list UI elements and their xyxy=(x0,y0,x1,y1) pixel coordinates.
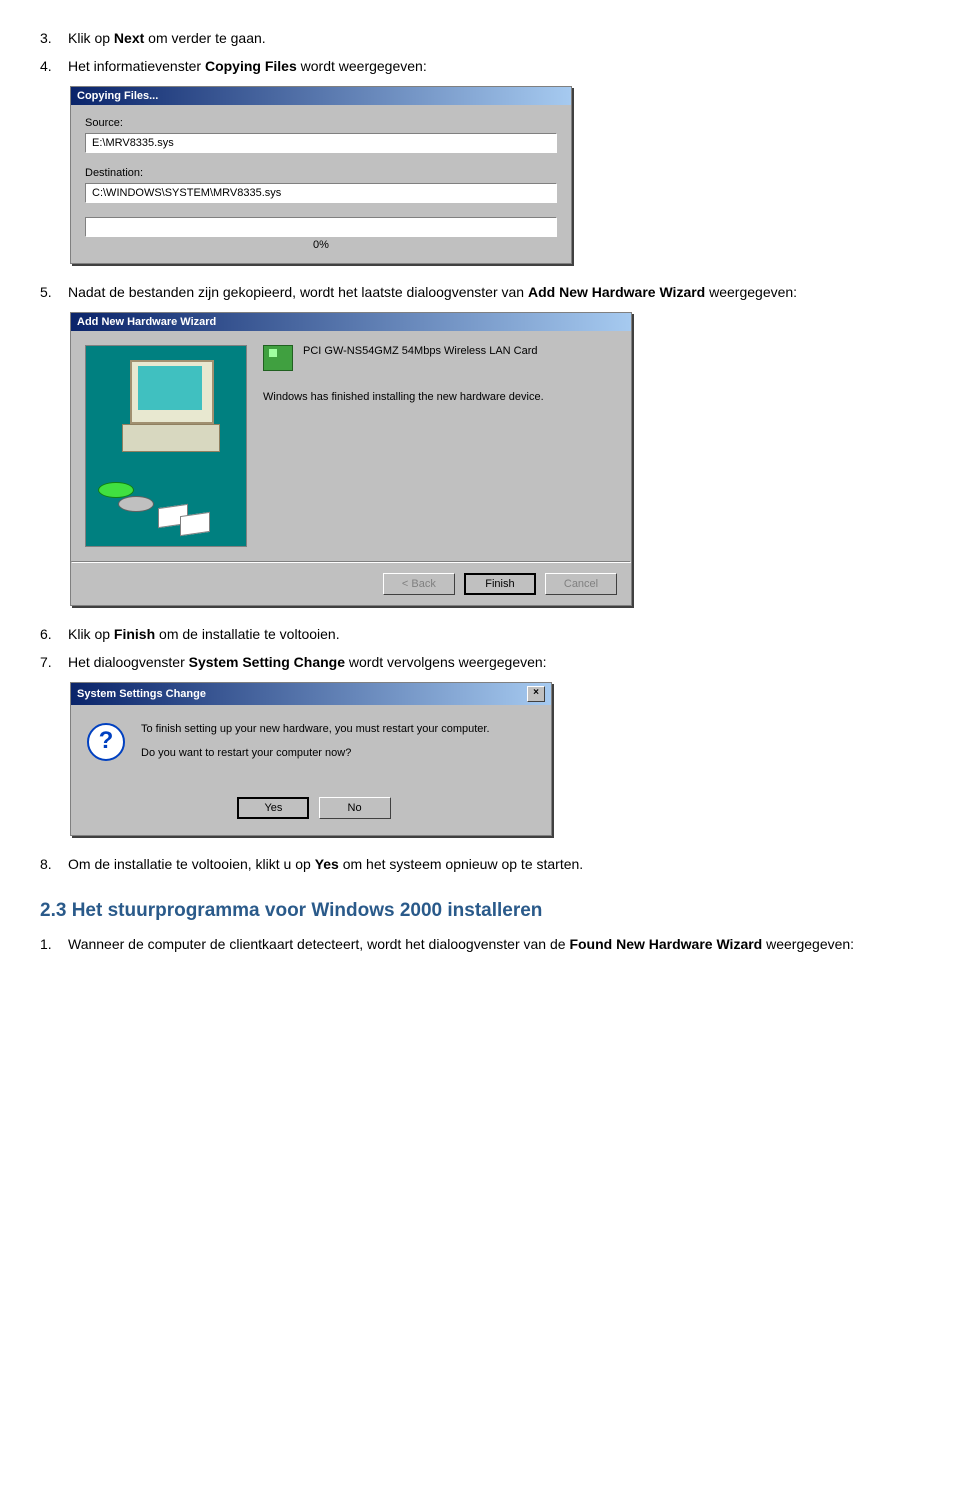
wizard-body: PCI GW-NS54GMZ 54Mbps Wireless LAN Card … xyxy=(71,331,631,561)
step-num: 5. xyxy=(40,284,68,300)
text-pre: Het informatievenster xyxy=(68,58,205,74)
no-button[interactable]: No xyxy=(319,797,391,819)
device-name: PCI GW-NS54GMZ 54Mbps Wireless LAN Card xyxy=(303,345,538,357)
step-text: Nadat de bestanden zijn gekopieerd, word… xyxy=(68,284,920,300)
message-buttons: Yes No xyxy=(71,789,551,835)
network-card-icon xyxy=(263,345,293,371)
step-text: Klik op Next om verder te gaan. xyxy=(68,30,920,46)
dialog-title: System Settings Change xyxy=(77,688,206,700)
section-2-3-step-1: 1. Wanneer de computer de clientkaart de… xyxy=(40,936,920,952)
titlebar: System Settings Change × xyxy=(71,683,551,705)
section-heading-2-3: 2.3 Het stuurprogramma voor Windows 2000… xyxy=(40,900,920,922)
message-text: To finish setting up your new hardware, … xyxy=(141,723,490,771)
text-bold: System Setting Change xyxy=(189,654,345,670)
titlebar: Add New Hardware Wizard xyxy=(71,313,631,331)
message-line-2: Do you want to restart your computer now… xyxy=(141,747,490,759)
step-num: 1. xyxy=(40,936,68,952)
text-bold: Yes xyxy=(315,856,339,872)
text-pre: Klik op xyxy=(68,626,114,642)
button-row: < Back Finish Cancel xyxy=(71,563,631,605)
progress-bar xyxy=(85,217,557,237)
copying-files-dialog: Copying Files... Source: E:\MRV8335.sys … xyxy=(70,86,572,264)
step-num: 6. xyxy=(40,626,68,642)
step-5: 5. Nadat de bestanden zijn gekopieerd, w… xyxy=(40,284,920,300)
back-button[interactable]: < Back xyxy=(383,573,455,595)
text-post: weergegeven: xyxy=(705,284,797,300)
text-post: om de installatie te voltooien. xyxy=(155,626,339,642)
text-post: om verder te gaan. xyxy=(144,30,265,46)
dest-value: C:\WINDOWS\SYSTEM\MRV8335.sys xyxy=(85,183,557,203)
step-text: Wanneer de computer de clientkaart detec… xyxy=(68,936,920,952)
text-bold: Add New Hardware Wizard xyxy=(528,284,705,300)
close-icon[interactable]: × xyxy=(527,686,545,702)
step-num: 3. xyxy=(40,30,68,46)
text-pre: Nadat de bestanden zijn gekopieerd, word… xyxy=(68,284,528,300)
text-pre: Het dialoogvenster xyxy=(68,654,189,670)
wizard-message: Windows has finished installing the new … xyxy=(263,391,617,403)
dest-label: Destination: xyxy=(85,167,557,179)
text-bold: Next xyxy=(114,30,144,46)
text-post: weergegeven: xyxy=(762,936,854,952)
source-label: Source: xyxy=(85,117,557,129)
wizard-content: PCI GW-NS54GMZ 54Mbps Wireless LAN Card … xyxy=(263,345,617,547)
yes-button[interactable]: Yes xyxy=(237,797,309,819)
step-6: 6. Klik op Finish om de installatie te v… xyxy=(40,626,920,642)
step-num: 8. xyxy=(40,856,68,872)
finish-button[interactable]: Finish xyxy=(464,573,536,595)
text-bold: Found New Hardware Wizard xyxy=(569,936,762,952)
step-7: 7. Het dialoogvenster System Setting Cha… xyxy=(40,654,920,670)
step-8: 8. Om de installatie te voltooien, klikt… xyxy=(40,856,920,872)
progress-percent: 0% xyxy=(85,239,557,251)
step-text: Het informatievenster Copying Files word… xyxy=(68,58,920,74)
source-value: E:\MRV8335.sys xyxy=(85,133,557,153)
text-post: wordt vervolgens weergegeven: xyxy=(345,654,547,670)
cancel-button[interactable]: Cancel xyxy=(545,573,617,595)
step-num: 4. xyxy=(40,58,68,74)
step-text: Klik op Finish om de installatie te volt… xyxy=(68,626,920,642)
titlebar: Copying Files... xyxy=(71,87,571,105)
text-pre: Klik op xyxy=(68,30,114,46)
message-body: ? To finish setting up your new hardware… xyxy=(71,705,551,789)
device-row: PCI GW-NS54GMZ 54Mbps Wireless LAN Card xyxy=(263,345,617,371)
hardware-wizard-dialog: Add New Hardware Wizard PCI GW-NS54GMZ 5… xyxy=(70,312,632,606)
step-3: 3. Klik op Next om verder te gaan. xyxy=(40,30,920,46)
text-pre: Wanneer de computer de clientkaart detec… xyxy=(68,936,569,952)
text-post: om het systeem opnieuw op te starten. xyxy=(339,856,583,872)
question-icon: ? xyxy=(87,723,125,761)
wizard-illustration xyxy=(85,345,247,547)
system-settings-change-dialog: System Settings Change × ? To finish set… xyxy=(70,682,552,836)
step-text: Het dialoogvenster System Setting Change… xyxy=(68,654,920,670)
dialog-title: Add New Hardware Wizard xyxy=(77,316,216,328)
step-4: 4. Het informatievenster Copying Files w… xyxy=(40,58,920,74)
text-pre: Om de installatie te voltooien, klikt u … xyxy=(68,856,315,872)
dialog-title: Copying Files... xyxy=(77,90,158,102)
step-text: Om de installatie te voltooien, klikt u … xyxy=(68,856,920,872)
step-num: 7. xyxy=(40,654,68,670)
text-bold: Copying Files xyxy=(205,58,297,74)
text-bold: Finish xyxy=(114,626,155,642)
dialog-body: Source: E:\MRV8335.sys Destination: C:\W… xyxy=(71,105,571,263)
text-post: wordt weergegeven: xyxy=(297,58,427,74)
message-line-1: To finish setting up your new hardware, … xyxy=(141,723,490,735)
